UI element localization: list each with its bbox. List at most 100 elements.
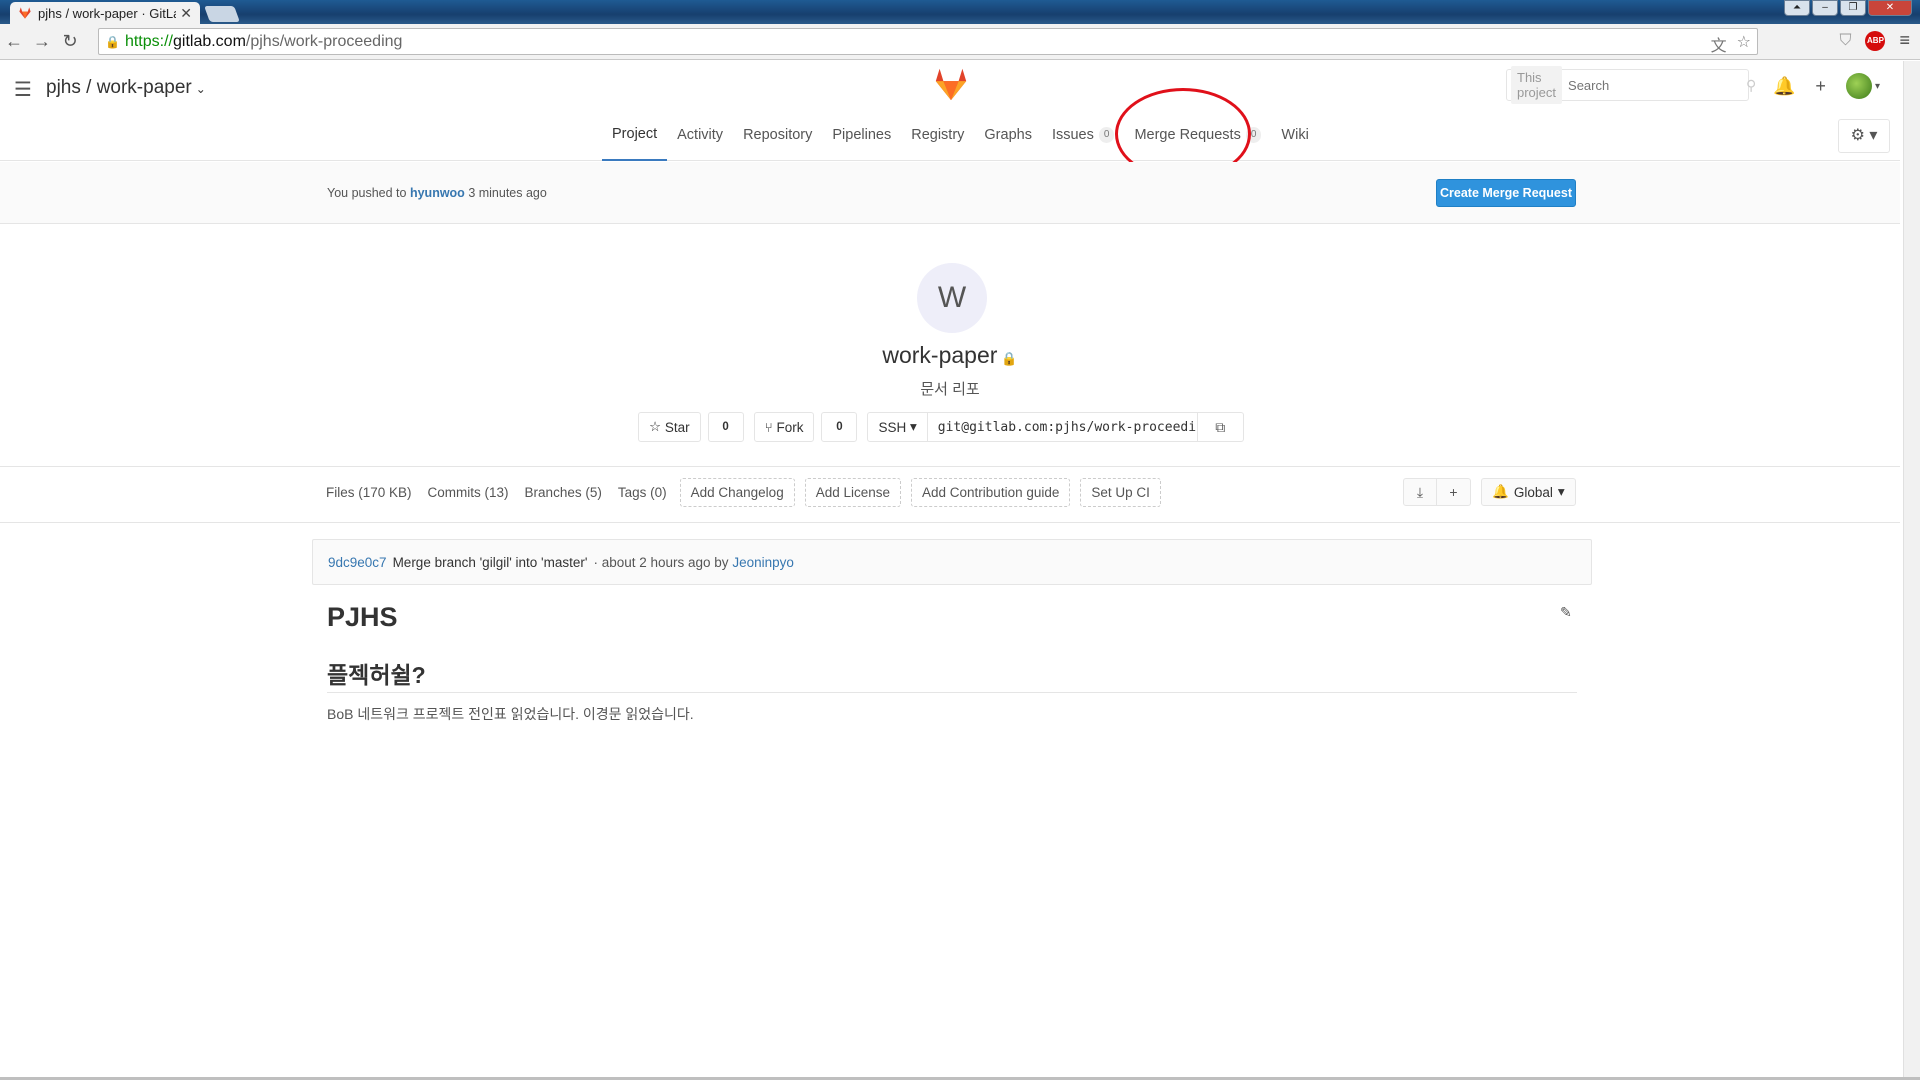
tab-label: Issues bbox=[1051, 127, 1094, 143]
branches-link[interactable]: Branches (5) bbox=[525, 485, 602, 500]
tab-repository[interactable]: Repository bbox=[733, 109, 822, 161]
star-button[interactable]: ☆ Star bbox=[638, 412, 701, 442]
tab-activity[interactable]: Activity bbox=[667, 109, 733, 161]
new-item-plus-icon[interactable]: + bbox=[1815, 76, 1826, 97]
download-icon[interactable]: ⤓ bbox=[1403, 478, 1437, 506]
tab-merge-requests[interactable]: Merge Requests 0 bbox=[1124, 109, 1271, 161]
window-restore-button[interactable]: ⏶ bbox=[1784, 0, 1810, 16]
protocol-label: SSH bbox=[878, 419, 907, 435]
tab-close-icon[interactable]: ✕ bbox=[180, 5, 192, 22]
files-link[interactable]: Files (170 KB) bbox=[326, 485, 412, 500]
push-prefix: You pushed to bbox=[327, 186, 407, 200]
last-commit: 9dc9e0c7 Merge branch 'gilgil' into 'mas… bbox=[312, 539, 1592, 585]
tab-label: Registry bbox=[911, 127, 965, 143]
readme-divider bbox=[327, 692, 1577, 693]
tab-project[interactable]: Project bbox=[602, 109, 668, 161]
add-changelog-button[interactable]: Add Changelog bbox=[679, 478, 795, 507]
search-scope-label: This project bbox=[1511, 66, 1563, 104]
window-close-button[interactable]: ✕ bbox=[1868, 0, 1912, 16]
merge-requests-count-badge: 0 bbox=[1245, 127, 1262, 143]
reload-icon[interactable]: ↻ bbox=[56, 31, 84, 52]
tab-label: Project bbox=[612, 126, 658, 142]
tab-title: pjhs / work-paper · GitLa bbox=[38, 5, 177, 21]
bell-icon: 🔔 bbox=[1492, 484, 1509, 499]
tab-registry[interactable]: Registry bbox=[901, 109, 974, 161]
url-scheme: https:// bbox=[124, 32, 173, 50]
star-label: Star bbox=[664, 419, 690, 435]
clone-url-field[interactable]: git@gitlab.com:pjhs/work-proceedi bbox=[927, 412, 1198, 442]
add-file-plus-icon[interactable]: + bbox=[1437, 478, 1471, 506]
tags-link[interactable]: Tags (0) bbox=[618, 485, 667, 500]
browser-menu-icon[interactable]: ≡ bbox=[1899, 30, 1910, 51]
project-stats: Files (170 KB) Commits (13) Branches (5)… bbox=[318, 478, 1166, 507]
tab-issues[interactable]: Issues 0 bbox=[1042, 109, 1124, 161]
new-tab-button[interactable] bbox=[204, 6, 240, 22]
tab-label: Graphs bbox=[984, 127, 1032, 143]
commit-author-link[interactable]: Jeoninpyo bbox=[732, 555, 794, 570]
browser-toolbar: ← → ↻ 🔒 https://gitlab.com/pjhs/work-pro… bbox=[0, 24, 1920, 60]
notification-level-dropdown[interactable]: 🔔 Global ▾ bbox=[1481, 478, 1576, 506]
star-icon: ☆ bbox=[649, 419, 665, 434]
edit-pencil-icon[interactable]: ✎ bbox=[1560, 604, 1572, 621]
set-up-ci-button[interactable]: Set Up CI bbox=[1080, 478, 1161, 507]
browser-tab[interactable]: pjhs / work-paper · GitLa ✕ bbox=[10, 2, 200, 24]
gitlab-header: ☰ pjhs / work-paper⌄ This project ⚲ 🔔 + … bbox=[0, 61, 1900, 161]
fork-icon: ⑂ bbox=[764, 419, 777, 435]
bookmark-star-icon[interactable]: ☆ bbox=[1737, 32, 1751, 56]
hamburger-menu-icon[interactable]: ☰ bbox=[14, 77, 32, 102]
project-breadcrumb[interactable]: pjhs / work-paper ⌄ bbox=[46, 77, 206, 99]
user-menu[interactable]: ▾ bbox=[1845, 73, 1880, 99]
commits-link[interactable]: Commits (13) bbox=[428, 485, 509, 500]
shield-icon[interactable]: ⛉ bbox=[1839, 32, 1851, 50]
project-nav: Project Activity Repository Pipelines Re… bbox=[602, 109, 1319, 161]
chevron-down-icon: ⌄ bbox=[195, 82, 206, 96]
translate-icon[interactable]: 文 bbox=[1711, 32, 1727, 56]
tab-label: Pipelines bbox=[832, 127, 892, 143]
readme-heading-1: PJHS bbox=[327, 602, 398, 632]
breadcrumb-label: pjhs / work-paper bbox=[46, 77, 192, 98]
address-bar[interactable]: 🔒 https://gitlab.com/pjhs/work-proceedin… bbox=[98, 28, 1758, 55]
tab-label: Repository bbox=[743, 127, 813, 143]
divider bbox=[0, 522, 1900, 523]
project-description: 문서 리포 bbox=[920, 381, 980, 398]
notifications-bell-icon[interactable]: 🔔 bbox=[1773, 76, 1795, 97]
copy-clipboard-icon[interactable]: ⧉ bbox=[1197, 412, 1244, 442]
add-license-button[interactable]: Add License bbox=[804, 478, 902, 507]
tab-label: Activity bbox=[677, 127, 724, 143]
page-scrollbar[interactable] bbox=[1903, 61, 1920, 1080]
url-path: /pjhs/work-proceeding bbox=[245, 32, 403, 50]
project-actions: ☆ Star 0 ⑂ Fork 0 SSH ▾ git@gitlab.com:p… bbox=[638, 412, 1244, 442]
secure-lock-icon: 🔒 bbox=[105, 34, 120, 49]
gitlab-logo-icon[interactable] bbox=[932, 65, 970, 103]
adblock-icon[interactable]: ABP bbox=[1865, 30, 1886, 51]
pushed-branch-link[interactable]: hyunwoo bbox=[410, 186, 465, 200]
readme-heading-2: 플젝허쉴? bbox=[327, 662, 426, 688]
search-icon: ⚲ bbox=[1746, 76, 1757, 93]
back-icon[interactable]: ← bbox=[0, 31, 28, 52]
browser-titlebar: pjhs / work-paper · GitLa ✕ ⏶ – ❐ ✕ bbox=[0, 0, 1920, 24]
commit-message: Merge branch 'gilgil' into 'master' bbox=[392, 554, 588, 570]
search-box[interactable]: This project ⚲ bbox=[1506, 66, 1756, 104]
tab-wiki[interactable]: Wiki bbox=[1271, 109, 1318, 161]
forward-icon[interactable]: → bbox=[28, 31, 56, 52]
commit-sha-link[interactable]: 9dc9e0c7 bbox=[328, 555, 387, 570]
tab-graphs[interactable]: Graphs bbox=[974, 109, 1042, 161]
project-title: work-paper 🔒 bbox=[0, 342, 1900, 369]
window-maximize-button[interactable]: ❐ bbox=[1840, 0, 1866, 16]
fork-button[interactable]: ⑂ Fork bbox=[753, 412, 815, 442]
star-count[interactable]: 0 bbox=[707, 412, 744, 442]
caret-down-icon: ▾ bbox=[1557, 484, 1565, 499]
project-name: work-paper bbox=[882, 342, 998, 368]
project-settings-button[interactable]: ⚙ ▾ bbox=[1838, 119, 1890, 153]
search-input[interactable] bbox=[1562, 76, 1747, 94]
avatar bbox=[1845, 73, 1872, 99]
push-alert-bar: You pushed to hyunwoo 3 minutes ago Crea… bbox=[0, 162, 1900, 224]
add-contribution-guide-button[interactable]: Add Contribution guide bbox=[911, 478, 1071, 507]
create-merge-request-button[interactable]: Create Merge Request bbox=[1436, 179, 1576, 207]
push-time: 3 minutes ago bbox=[468, 186, 547, 200]
clone-protocol-dropdown[interactable]: SSH ▾ bbox=[867, 412, 928, 442]
window-minimize-button[interactable]: – bbox=[1812, 0, 1838, 16]
fork-count[interactable]: 0 bbox=[821, 412, 858, 442]
notification-label: Global bbox=[1513, 484, 1553, 500]
tab-pipelines[interactable]: Pipelines bbox=[822, 109, 901, 161]
